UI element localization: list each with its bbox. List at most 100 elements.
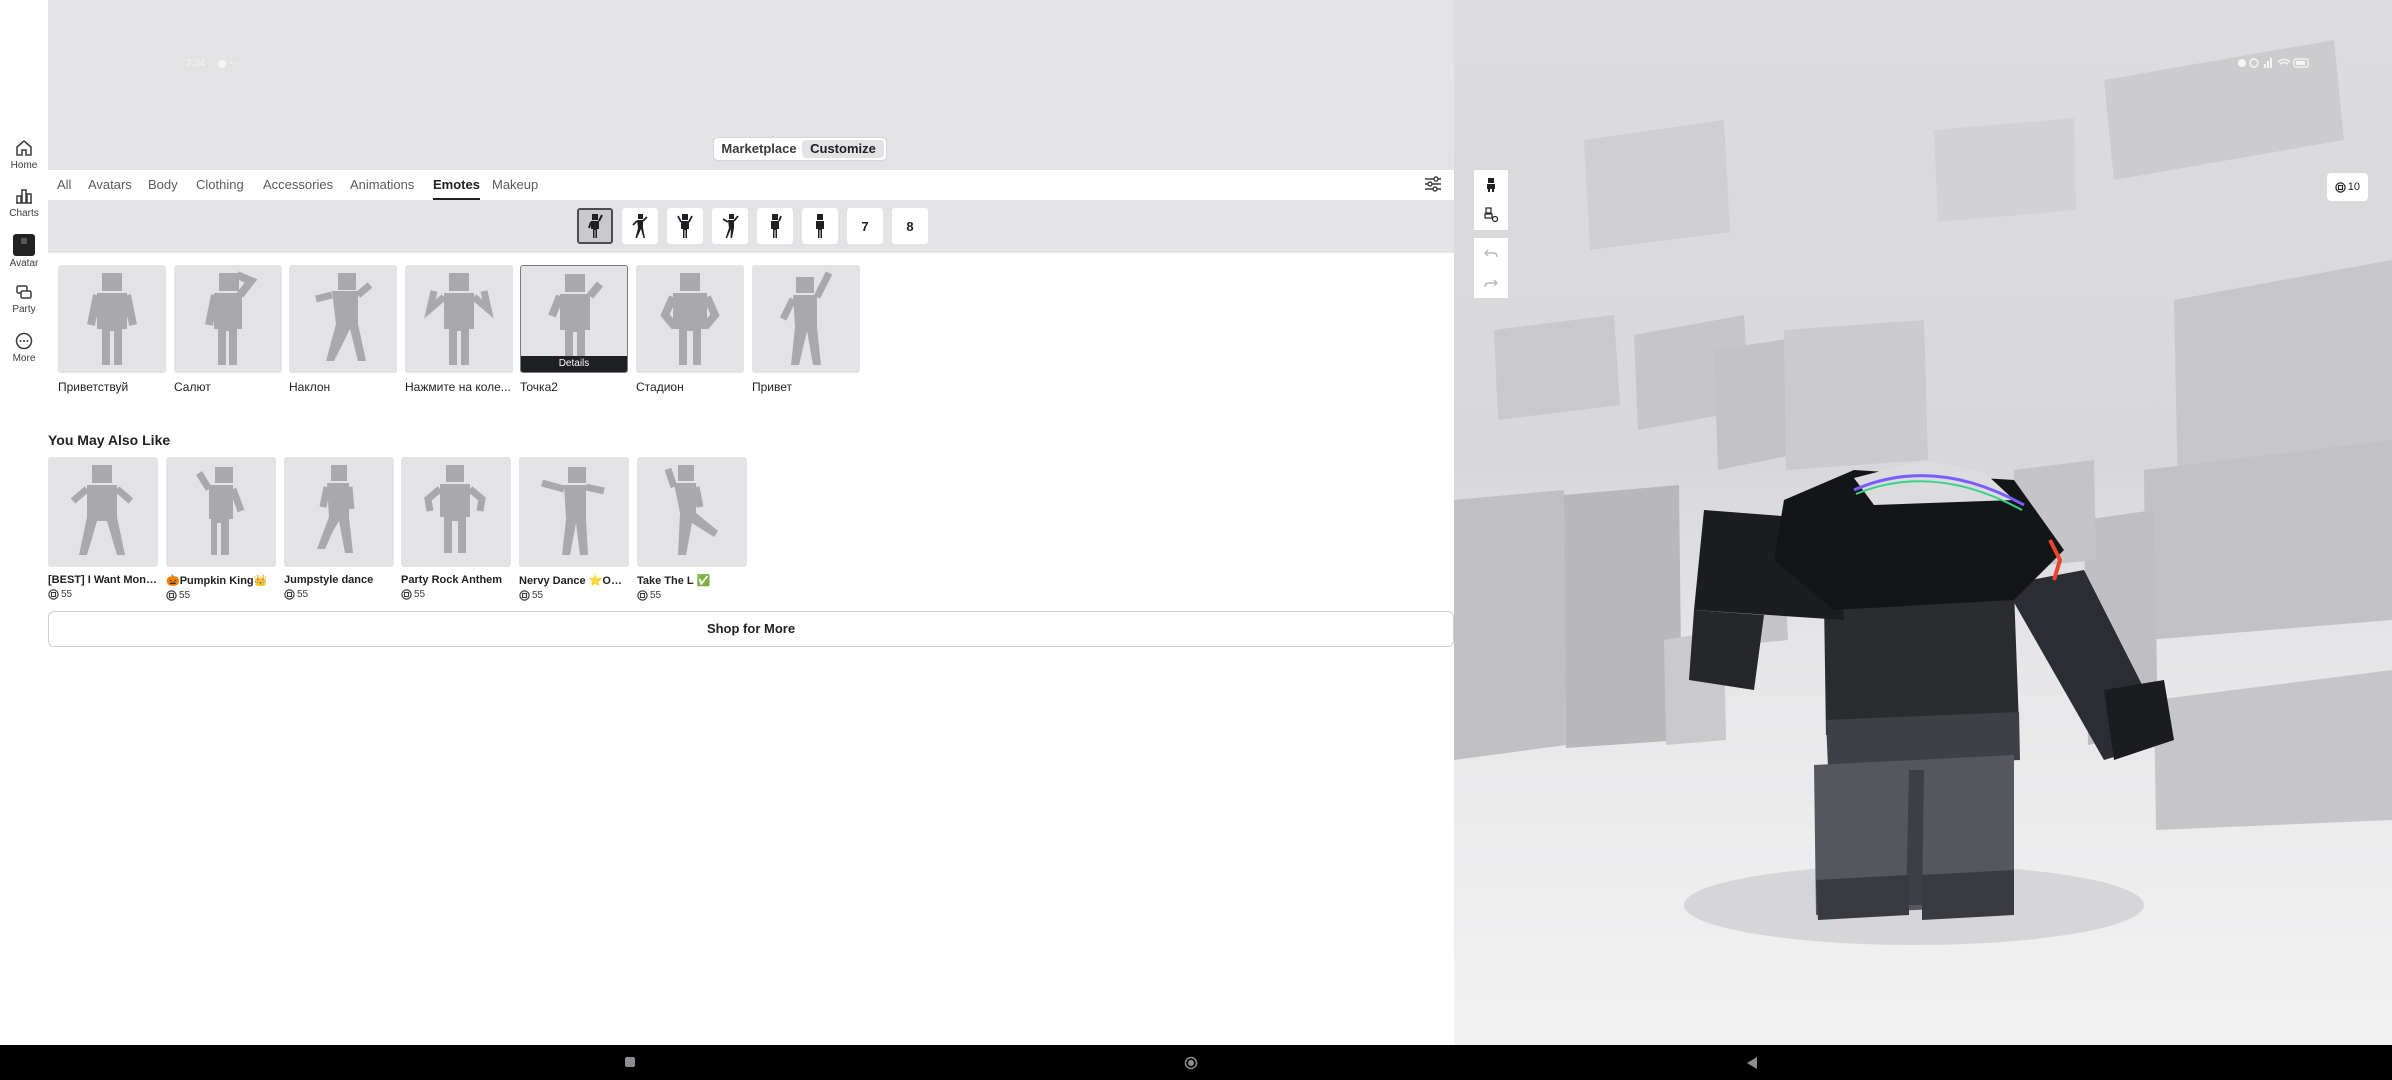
emote-card[interactable]: Привет: [752, 265, 860, 394]
section-title-recommendations: You May Also Like: [48, 432, 171, 448]
emote-figure: [660, 273, 720, 365]
robux-icon: [166, 590, 177, 601]
avatar-view-button[interactable]: [1474, 170, 1508, 200]
emote-figure-icon: [632, 214, 648, 238]
item-thumbnail: [166, 457, 276, 567]
emote-figure: [205, 271, 258, 365]
emote-card-selected[interactable]: Details Точка2: [520, 265, 628, 394]
shop-for-more-button[interactable]: Shop for More: [48, 611, 1454, 647]
tab-animations[interactable]: Animations: [350, 177, 414, 200]
robux-icon: [48, 589, 59, 600]
emote-card[interactable]: Салют: [174, 265, 282, 394]
emote-slot-3[interactable]: [667, 208, 703, 244]
item-name: Jumpstyle dance: [284, 574, 374, 586]
emote-figure: [196, 467, 245, 555]
emote-slot-1[interactable]: [577, 208, 613, 244]
recommended-item[interactable]: [BEST] I Want Money 55: [48, 457, 158, 600]
emote-figure: [70, 465, 134, 555]
nav-avatar[interactable]: Avatar: [0, 234, 48, 269]
nav-avatar-label: Avatar: [9, 258, 39, 269]
nav-more[interactable]: More: [0, 331, 48, 364]
undo-button[interactable]: [1474, 238, 1508, 268]
recommended-item[interactable]: Take The L ✅ 55: [637, 457, 747, 601]
item-name: Take The L ✅: [637, 575, 711, 587]
emote-slot-7[interactable]: 7: [847, 208, 883, 244]
item-price: 55: [48, 589, 158, 600]
recommended-item[interactable]: Jumpstyle dance 55: [284, 457, 394, 600]
item-price-value: 55: [650, 590, 662, 601]
avatar-pose-icon: [1487, 178, 1495, 192]
emote-slot-8[interactable]: 8: [892, 208, 928, 244]
item-name: Party Rock Anthem: [401, 574, 503, 586]
robux-balance-value: 10: [2347, 181, 2360, 193]
item-price: 55: [284, 589, 394, 600]
party-icon: [16, 285, 32, 299]
emote-label: Стадион: [636, 380, 684, 394]
tab-accessories[interactable]: Accessories: [263, 177, 333, 200]
avatar-settings-icon: [1484, 207, 1499, 223]
emote-slot-2[interactable]: [622, 208, 658, 244]
emote-label: Привет: [752, 380, 793, 394]
robux-icon: [401, 589, 412, 600]
marketplace-button[interactable]: Marketplace: [717, 140, 801, 158]
recommended-item[interactable]: Party Rock Anthem 55: [401, 457, 511, 600]
filter-icon[interactable]: [1424, 176, 1442, 192]
tab-clothing[interactable]: Clothing: [196, 177, 244, 200]
emote-card[interactable]: Приветствуй: [58, 265, 166, 394]
item-price-value: 55: [414, 589, 426, 600]
item-price: 55: [166, 590, 276, 601]
tab-makeup[interactable]: Makeup: [492, 177, 538, 200]
item-name: Nervy Dance ⭐ORIG...: [519, 575, 629, 587]
top-header: 2:34 ··· Marketplace Customize: [48, 0, 1454, 170]
emote-label: Точка2: [520, 380, 558, 394]
recommended-item[interactable]: Nervy Dance ⭐ORIG... 55: [519, 457, 629, 601]
item-name: 🎃Pumpkin King👑: [166, 575, 268, 587]
back-icon[interactable]: [1746, 1056, 1758, 1070]
emote-slot-4[interactable]: [712, 208, 748, 244]
item-thumbnail: [48, 457, 158, 567]
customize-button[interactable]: Customize: [802, 140, 884, 158]
charts-icon: [16, 189, 32, 204]
avatar-3d-viewport[interactable]: 10: [1454, 0, 2392, 1045]
home-button-icon[interactable]: [1184, 1056, 1198, 1070]
emote-thumbnail: Details: [520, 265, 628, 373]
recents-icon[interactable]: [624, 1056, 636, 1068]
nav-home[interactable]: Home: [0, 138, 48, 171]
tab-avatars[interactable]: Avatars: [88, 177, 132, 200]
robux-icon: [519, 590, 530, 601]
robux-balance[interactable]: 10: [2326, 173, 2368, 201]
scene-toolbar: [1474, 170, 1508, 298]
emote-thumbnail: [752, 265, 860, 373]
avatar-settings-button[interactable]: [1474, 200, 1508, 230]
recommended-item[interactable]: 🎃Pumpkin King👑 55: [166, 457, 276, 601]
tab-body[interactable]: Body: [148, 177, 178, 200]
emote-label: Наклон: [289, 380, 331, 394]
details-button[interactable]: Details: [521, 356, 627, 372]
nav-party-label: Party: [12, 304, 36, 315]
emote-thumbnail: [174, 265, 282, 373]
item-price: 55: [519, 590, 629, 601]
nav-party[interactable]: Party: [0, 282, 48, 315]
item-thumbnail: [401, 457, 511, 567]
emote-figure: [87, 273, 137, 365]
emote-slot-5[interactable]: [757, 208, 793, 244]
emote-card[interactable]: Стадион: [636, 265, 744, 394]
emote-card[interactable]: Нажмите на коле...: [405, 265, 513, 394]
category-tabs: All Avatars Body Clothing Accessories An…: [48, 170, 1454, 200]
tab-emotes[interactable]: Emotes: [433, 177, 480, 200]
emote-figure-icon: [588, 214, 603, 238]
emote-figure: [424, 273, 494, 365]
emote-slot-6[interactable]: [802, 208, 838, 244]
emote-figure: [541, 467, 605, 555]
avatar-icon: [13, 234, 35, 256]
emote-figure-icon: [771, 214, 782, 238]
tab-all[interactable]: All: [57, 177, 71, 200]
status-extra: ···: [230, 58, 240, 69]
more-icon: [15, 332, 33, 350]
emote-card[interactable]: Наклон: [289, 265, 397, 394]
emote-figure: [664, 465, 718, 555]
marketplace-customize-toggle: Marketplace Customize: [713, 137, 887, 161]
redo-button[interactable]: [1474, 268, 1508, 298]
nav-charts[interactable]: Charts: [0, 186, 48, 219]
item-price-value: 55: [297, 589, 309, 600]
